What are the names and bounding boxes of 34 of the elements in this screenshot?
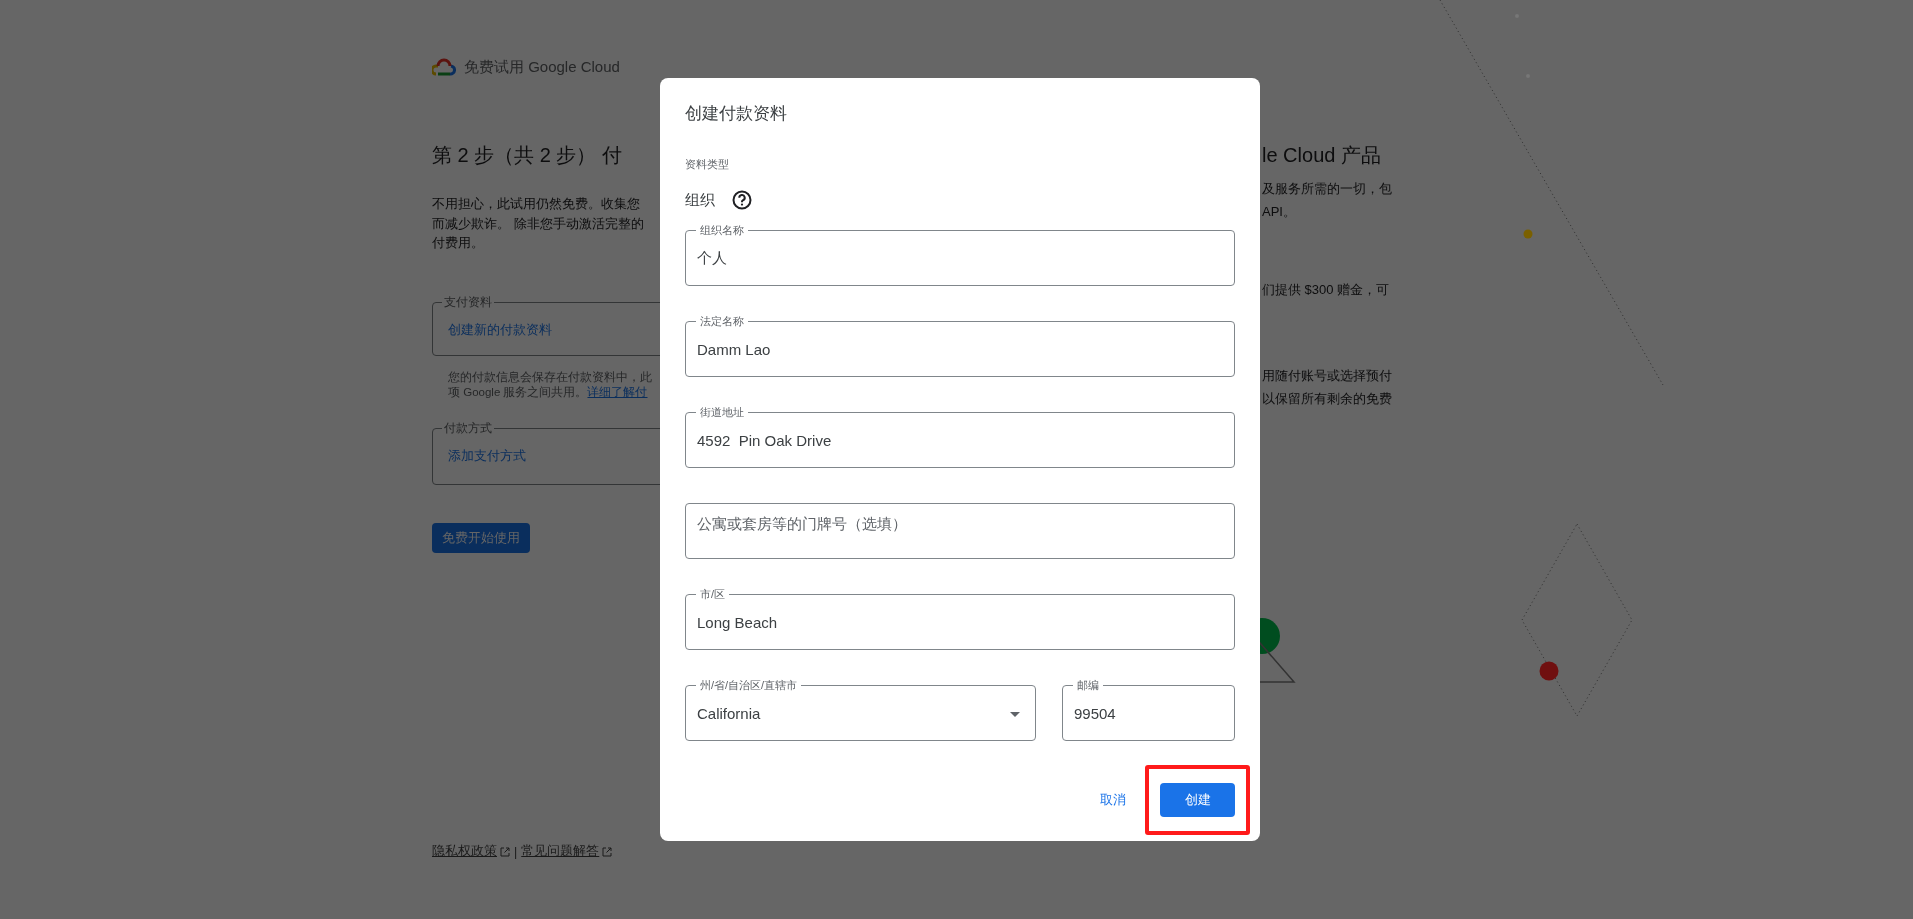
external-link-icon	[500, 846, 510, 857]
help-icon[interactable]	[732, 190, 752, 210]
cloud-logo-icon	[432, 57, 456, 77]
separator: |	[514, 844, 518, 859]
field-label: 市/区	[696, 586, 730, 602]
field-label: 街道地址	[696, 404, 748, 420]
input-field[interactable]: 99504	[1074, 699, 1223, 727]
page-heading: 第 2 步（共 2 步） 付	[432, 143, 624, 168]
footer-link[interactable]: 常见问题解答	[521, 843, 613, 860]
input-field[interactable]: 个人	[697, 244, 1223, 272]
input-field[interactable]: 公寓或套房等的门牌号（选填）	[697, 509, 1223, 537]
type-value: 组织	[685, 190, 715, 210]
dot	[1539, 661, 1559, 681]
input-field[interactable]: Long Beach	[697, 608, 1223, 636]
intro-text: 不用担心，此试用仍然免费。收集您 而减少欺诈。 除非您手动激活完整的 付费用。	[432, 195, 645, 252]
dialog-title: 创建付款资料	[685, 103, 788, 125]
field-label: 邮编	[1073, 677, 1103, 693]
cancel-button[interactable]: 取消	[1092, 783, 1134, 817]
section-heading: le Cloud 产品	[1262, 143, 1382, 168]
profile-note: 您的付款信息会保存在付款资料中，此 项 Google 服务之间共用。详细了解付	[448, 369, 653, 400]
section-text: 们提供 $300 赠金，可	[1262, 281, 1391, 299]
input-field[interactable]: 4592 Pin Oak Drive	[697, 426, 1223, 454]
brand-title: 免费试用 Google Cloud	[464, 57, 620, 77]
footer-link[interactable]: 隐私权政策	[432, 843, 510, 860]
section-text: 用随付账号或选择预付 以保留所有剩余的免费	[1262, 367, 1393, 408]
input-field[interactable]: Damm Lao	[697, 335, 1223, 363]
select-field[interactable]: 州/省/自治区/直辖市 California	[685, 677, 1036, 741]
dot	[1523, 229, 1533, 239]
field-label: 法定名称	[696, 313, 748, 329]
dropdown-caret-icon	[1010, 712, 1020, 717]
create-button[interactable]: 创建	[1160, 783, 1235, 817]
field-label: 组织名称	[696, 222, 748, 238]
external-link-icon	[602, 846, 613, 857]
type-label: 资料类型	[685, 157, 730, 172]
